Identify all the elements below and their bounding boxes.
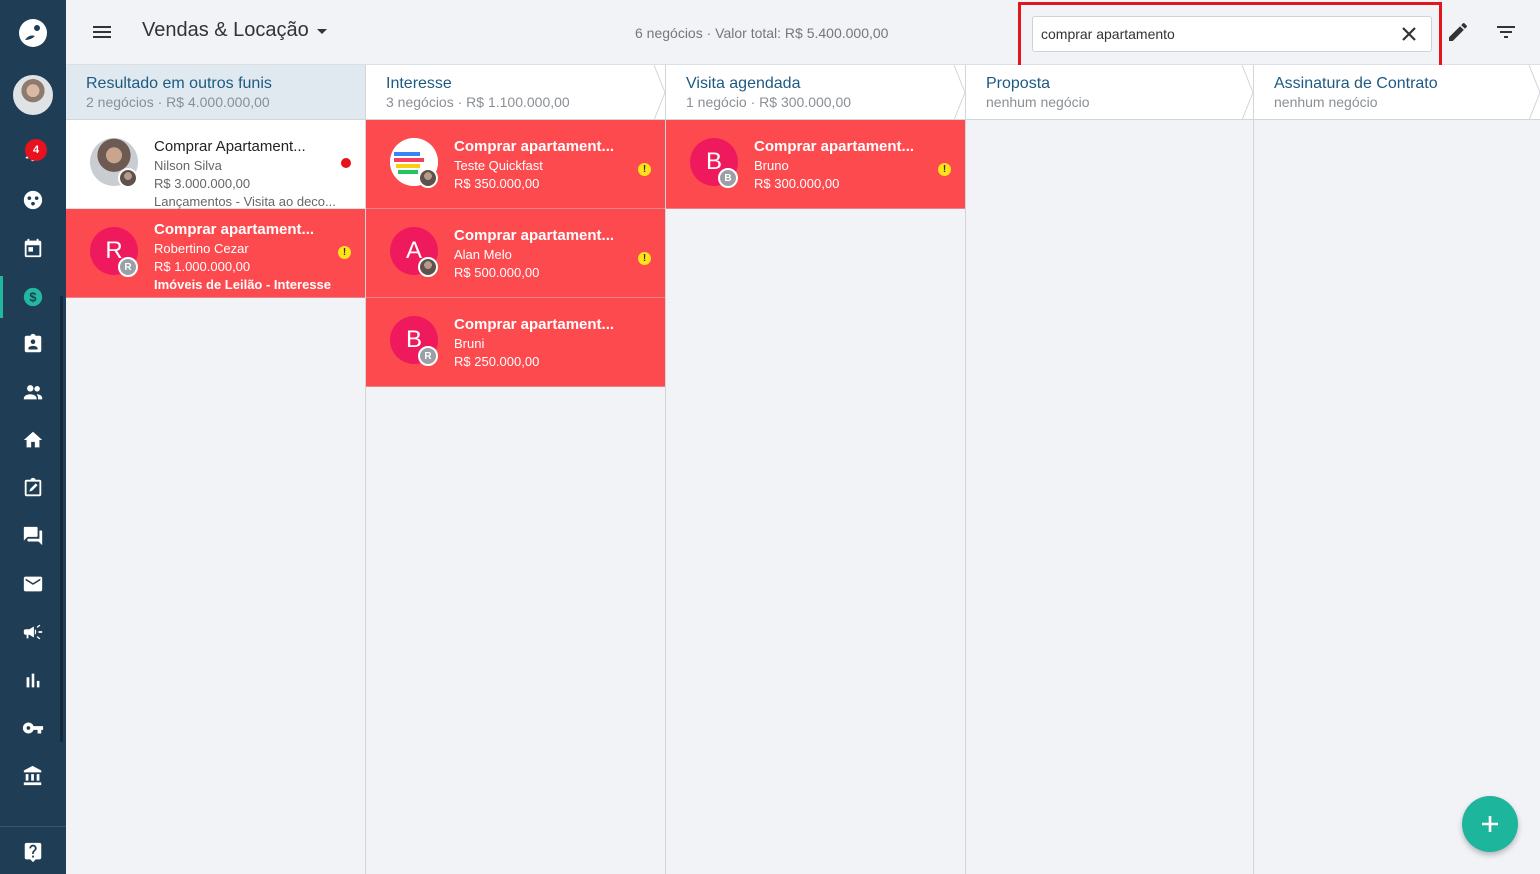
column-header[interactable]: Assinatura de Contrato nenhum negócio — [1254, 64, 1540, 121]
filter-icon[interactable] — [1494, 20, 1518, 44]
column-subtitle: nenhum negócio — [1274, 94, 1378, 110]
people-icon[interactable] — [0, 372, 66, 412]
bank-icon[interactable] — [0, 756, 66, 796]
dollar-icon[interactable]: $ — [0, 277, 66, 317]
column-visita-agendada: Visita agendada 1 negócio · R$ 300.000,0… — [666, 64, 966, 874]
megaphone-icon[interactable] — [0, 612, 66, 652]
warning-icon: ! — [638, 252, 651, 265]
home-icon[interactable] — [0, 420, 66, 460]
deal-title: Comprar apartament... — [454, 138, 615, 155]
owner-avatar — [418, 257, 438, 277]
deal-person: Robertino Cezar — [154, 241, 249, 256]
funnel-selector[interactable]: Vendas & Locação — [142, 19, 327, 42]
chevron-right-icon — [1528, 64, 1540, 121]
search-input[interactable] — [1041, 17, 1381, 51]
menu-icon[interactable] — [90, 20, 114, 44]
owner-avatar — [118, 168, 138, 188]
contact-card-icon[interactable] — [0, 324, 66, 364]
dashboard-icon[interactable] — [0, 180, 66, 220]
deal-title: Comprar apartament... — [754, 138, 915, 155]
column-title: Proposta — [986, 75, 1051, 92]
column-header[interactable]: Interesse 3 negócios · R$ 1.100.000,00 — [366, 64, 666, 121]
column-other-funnels: Resultado em outros funis 2 negócios · R… — [66, 65, 366, 874]
deal-title: Comprar apartament... — [454, 316, 615, 333]
deal-card[interactable]: R R Comprar apartament... Robertino Ceza… — [66, 209, 365, 298]
deal-person: Alan Melo — [454, 247, 512, 262]
deal-card[interactable]: Comprar Apartament... Nilson Silva R$ 3.… — [66, 120, 365, 209]
pencil-icon[interactable] — [1446, 20, 1470, 44]
deal-person: Bruni — [454, 336, 485, 351]
column-header[interactable]: Resultado em outros funis 2 negócios · R… — [66, 65, 365, 120]
column-proposta: Proposta nenhum negócio — [966, 64, 1254, 874]
notification-badge: 4 — [25, 139, 47, 161]
deal-person: Teste Quickfast — [454, 158, 543, 173]
sidebar: 4 $ — [0, 0, 66, 874]
column-subtitle: 3 negócios · R$ 1.100.000,00 — [386, 94, 570, 110]
column-title: Visita agendada — [686, 75, 801, 92]
column-header[interactable]: Proposta nenhum negócio — [966, 64, 1254, 121]
owner-avatar: B — [718, 168, 738, 188]
sidebar-scrollbar[interactable] — [60, 296, 63, 742]
calendar-icon[interactable] — [0, 228, 66, 268]
column-title: Interesse — [386, 75, 452, 92]
mail-icon[interactable] — [0, 564, 66, 604]
add-deal-button[interactable] — [1462, 796, 1518, 852]
deal-title: Comprar Apartament... — [154, 138, 306, 155]
key-icon[interactable] — [0, 708, 66, 748]
deal-value: R$ 500.000,00 — [454, 265, 540, 280]
deal-value: R$ 3.000.000,00 — [154, 176, 251, 191]
search-box — [1032, 16, 1432, 52]
caret-down-icon — [316, 29, 327, 34]
warning-icon: ! — [638, 163, 651, 176]
app-logo-icon[interactable] — [0, 12, 66, 54]
deal-card[interactable]: B R Comprar apartament... Bruni R$ 250.0… — [366, 298, 665, 387]
warning-icon: ! — [938, 163, 951, 176]
column-title: Resultado em outros funis — [86, 75, 272, 92]
deal-card[interactable]: A Comprar apartament... Alan Melo R$ 500… — [366, 209, 665, 298]
warning-icon: ! — [338, 246, 351, 259]
task-icon[interactable] — [0, 468, 66, 508]
deal-card[interactable]: Comprar apartament... Teste Quickfast R$… — [366, 120, 665, 209]
column-subtitle: 1 negócio · R$ 300.000,00 — [686, 94, 852, 110]
sidebar-divider — [0, 826, 66, 827]
help-icon[interactable] — [0, 832, 66, 872]
deal-funnel-stage: Imóveis de Leilão - Interesse — [154, 277, 332, 292]
chevron-right-icon — [653, 64, 666, 121]
svg-text:$: $ — [29, 290, 36, 305]
deal-person: Bruno — [754, 158, 789, 173]
column-title: Assinatura de Contrato — [1274, 75, 1438, 92]
deal-funnel-stage: Lançamentos - Visita ao deco... — [154, 194, 335, 209]
chevron-right-icon — [1241, 64, 1254, 121]
column-interesse: Interesse 3 negócios · R$ 1.100.000,00 C… — [366, 64, 666, 874]
deal-value: R$ 300.000,00 — [754, 176, 840, 191]
status-dot — [341, 158, 351, 168]
funnel-name: Vendas & Locação — [142, 19, 309, 41]
plus-icon — [1482, 816, 1498, 832]
close-icon[interactable] — [1401, 26, 1417, 42]
column-subtitle: nenhum negócio — [986, 94, 1090, 110]
deal-title: Comprar apartament... — [154, 221, 315, 238]
deal-card[interactable]: B B Comprar apartament... Bruno R$ 300.0… — [666, 120, 965, 209]
owner-avatar: R — [418, 346, 438, 366]
owner-avatar — [418, 168, 438, 188]
chevron-right-icon — [953, 64, 966, 121]
deal-value: R$ 250.000,00 — [454, 354, 540, 369]
column-subtitle: 2 negócios · R$ 4.000.000,00 — [86, 94, 270, 110]
chat-icon[interactable] — [0, 516, 66, 556]
column-assinatura-contrato: Assinatura de Contrato nenhum negócio — [1254, 64, 1540, 874]
deal-person: Nilson Silva — [154, 158, 222, 173]
deal-value: R$ 350.000,00 — [454, 176, 540, 191]
deals-summary: 6 negócios · Valor total: R$ 5.400.000,0… — [635, 25, 889, 41]
owner-avatar: R — [118, 257, 138, 277]
deal-title: Comprar apartament... — [454, 227, 615, 244]
user-avatar[interactable] — [13, 75, 53, 115]
column-header[interactable]: Visita agendada 1 negócio · R$ 300.000,0… — [666, 64, 966, 121]
deal-value: R$ 1.000.000,00 — [154, 259, 251, 274]
bar-chart-icon[interactable] — [0, 660, 66, 700]
